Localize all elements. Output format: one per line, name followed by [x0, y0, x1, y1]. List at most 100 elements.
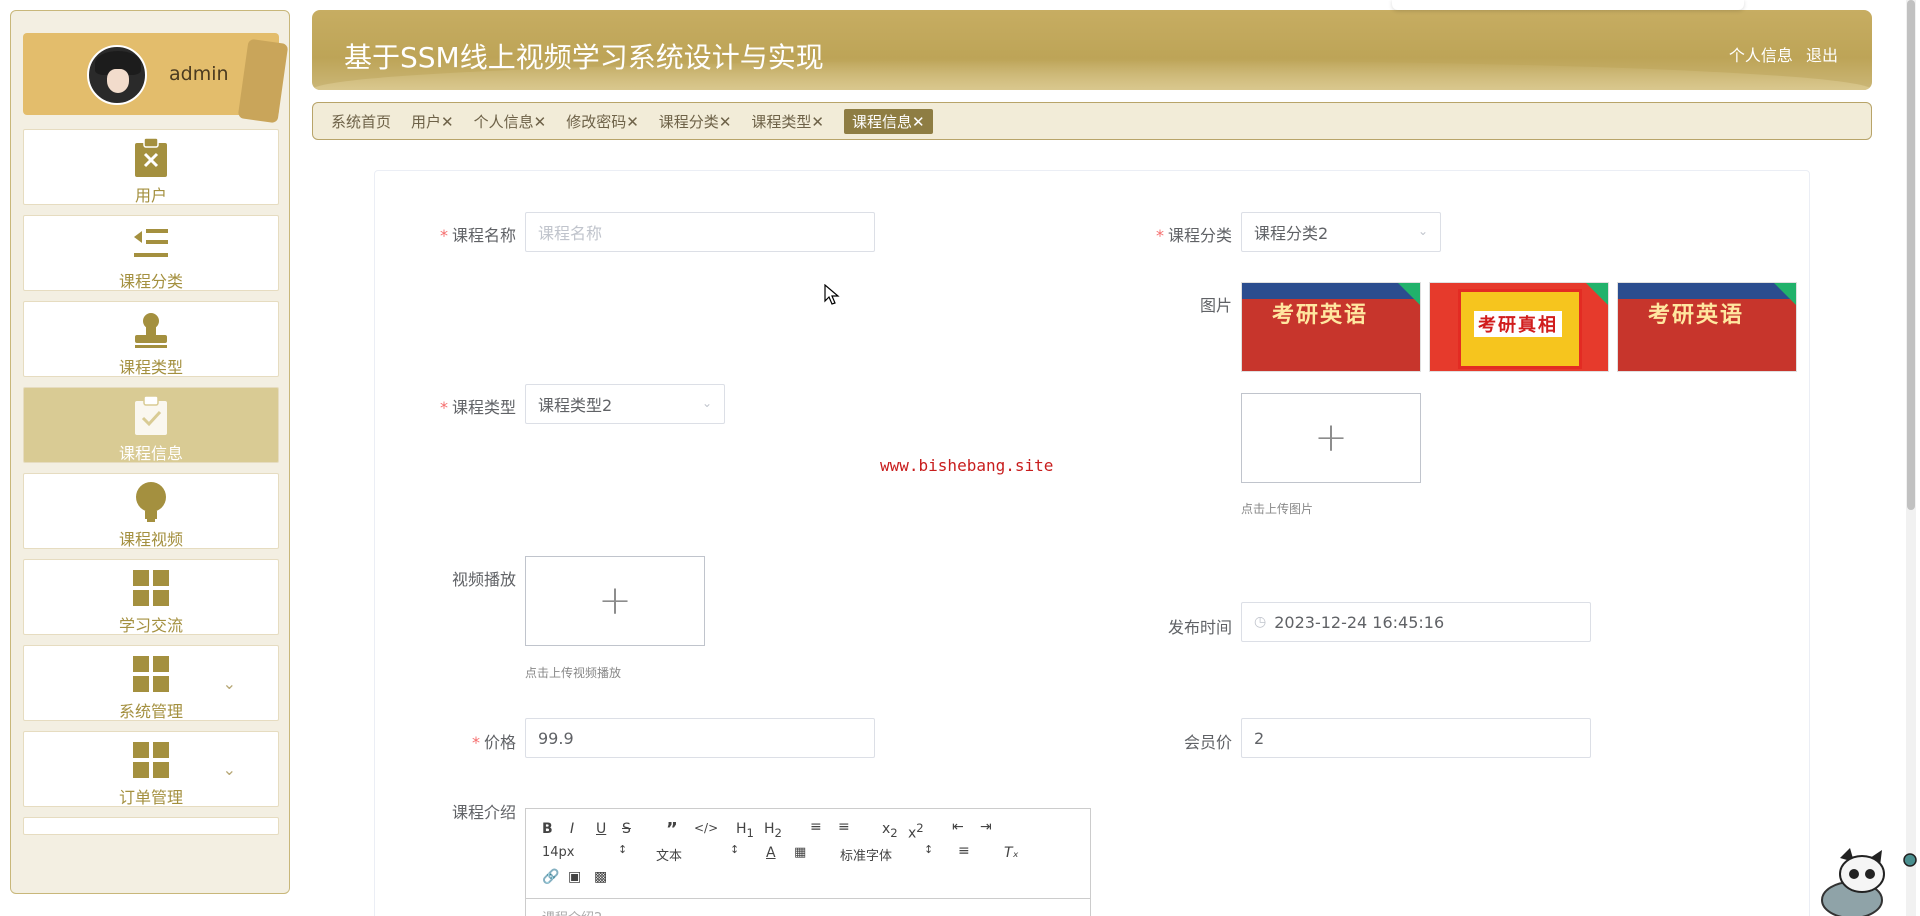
member-price-label: 会员价	[1183, 733, 1232, 752]
underline-icon[interactable]: U	[596, 821, 606, 837]
bold-icon[interactable]: B	[542, 821, 553, 837]
close-icon[interactable]: ✕	[441, 113, 454, 131]
tab-item[interactable]: 修改密码✕	[566, 111, 639, 132]
course-intro-label: 课程介绍	[451, 803, 516, 822]
editor-content[interactable]: 课程介绍2	[542, 907, 602, 916]
image-thumb[interactable]: 考研真相	[1429, 282, 1609, 372]
course-type-label: * 课程类型	[439, 398, 516, 417]
outdent-icon[interactable]: ⇤	[952, 819, 964, 835]
link-icon[interactable]: 🔗	[542, 869, 559, 885]
video-label: 视频播放	[451, 570, 516, 589]
watermark: www.bishebang.site	[880, 456, 1054, 475]
font-color-icon[interactable]: A	[766, 845, 776, 861]
subscript-icon[interactable]: x2	[882, 821, 898, 840]
sidebar-item-label: 课程视频	[118, 530, 183, 549]
close-icon[interactable]: ✕	[912, 113, 925, 131]
tab-item[interactable]: 课程类型✕	[751, 111, 824, 132]
plus-icon: +	[1314, 415, 1348, 461]
avatar-face	[107, 69, 129, 93]
sidebar-item-label: 订单管理	[118, 788, 183, 807]
tab-item[interactable]: 课程分类✕	[659, 111, 732, 132]
course-category-label: * 课程分类	[1155, 226, 1232, 245]
align-icon[interactable]: ≡	[958, 843, 970, 859]
clock-icon: ◷	[1254, 614, 1267, 630]
video-icon[interactable]: ▩	[594, 869, 607, 885]
chevron-down-icon: ⌄	[701, 396, 712, 410]
sidebar-item[interactable]: 课程视频	[23, 473, 279, 549]
stamp-icon	[129, 310, 173, 350]
sidebar-item[interactable]	[23, 817, 279, 835]
sidebar-item-label: 课程信息	[118, 444, 183, 463]
tab-item[interactable]: 系统首页	[331, 111, 391, 132]
close-icon[interactable]: ✕	[811, 113, 824, 131]
sidebar-item[interactable]: 用户	[23, 129, 279, 205]
updown-icon: ↕	[924, 843, 934, 856]
strike-icon[interactable]: S	[622, 821, 631, 837]
video-upload-button[interactable]: +	[525, 556, 705, 646]
logout-link[interactable]: 退出	[1806, 46, 1838, 65]
course-name-input[interactable]: 课程名称	[525, 212, 875, 252]
tab-label: 用户	[411, 112, 442, 131]
sidebar-item[interactable]: 课程信息	[23, 387, 279, 463]
image-thumb[interactable]: 考研英语	[1241, 282, 1421, 372]
close-icon[interactable]: ✕	[534, 113, 547, 131]
scrollbar-thumb[interactable]	[1907, 0, 1915, 510]
profile-link[interactable]: 个人信息	[1729, 46, 1793, 65]
lightbulb-icon	[129, 482, 173, 522]
page-scrollbar[interactable]	[1906, 0, 1916, 916]
course-category-select[interactable]: 课程分类2 ⌄	[1241, 212, 1441, 252]
thumb-corner	[1586, 283, 1608, 305]
clipboard-x-icon	[129, 137, 173, 178]
sidebar: admin 用户 课程分类 课程类型 课程信息 课程视频 学习交流 系统管理 ⌄ 订单管理 ⌄	[10, 10, 290, 894]
quote-icon[interactable]: ”	[666, 819, 678, 840]
avatar[interactable]	[87, 45, 147, 105]
code-icon[interactable]: </>	[694, 821, 718, 835]
tab-item[interactable]: 个人信息✕	[474, 111, 547, 132]
sidebar-item[interactable]: 系统管理 ⌄	[23, 645, 279, 721]
tab-label: 课程信息	[851, 112, 912, 131]
tab-item[interactable]: 课程信息✕	[843, 108, 933, 134]
bullet-list-icon[interactable]: ≡	[838, 819, 850, 835]
font-size-select[interactable]: 14px	[542, 845, 575, 860]
image-upload-button[interactable]: +	[1241, 393, 1421, 483]
publish-time-label: 发布时间	[1167, 618, 1232, 637]
font-family-select[interactable]: 标准字体	[840, 845, 892, 864]
top-popup	[1392, 0, 1744, 10]
updown-icon: ↕	[730, 843, 740, 856]
tab-item[interactable]: 用户✕	[411, 111, 454, 132]
tab-label: 课程类型	[751, 112, 812, 131]
image-thumb[interactable]: 考研英语	[1617, 282, 1797, 372]
h1-icon[interactable]: H1	[736, 821, 754, 840]
grid-icon	[129, 568, 173, 608]
sidebar-item[interactable]: 学习交流	[23, 559, 279, 635]
indent-list-icon	[129, 224, 173, 264]
course-type-select[interactable]: 课程类型2 ⌄	[525, 384, 725, 424]
close-icon[interactable]: ✕	[719, 113, 732, 131]
video-upload-hint: 点击上传视频播放	[525, 666, 622, 680]
heading-select[interactable]: 文本	[656, 845, 682, 864]
clear-format-icon[interactable]: Tₓ	[1004, 845, 1019, 861]
member-price-input[interactable]: 2	[1241, 718, 1591, 758]
price-input[interactable]: 99.9	[525, 718, 875, 758]
h2-icon[interactable]: H2	[764, 821, 782, 840]
sidebar-item[interactable]: 订单管理 ⌄	[23, 731, 279, 807]
indent-icon[interactable]: ⇥	[980, 819, 992, 835]
thumb-text: 考研英语	[1272, 303, 1369, 328]
sidebar-item[interactable]: 课程分类	[23, 215, 279, 291]
thumb-text: 考研真相	[1474, 311, 1562, 337]
header-links: 个人信息 退出	[1721, 42, 1838, 66]
card-decoration	[237, 38, 289, 124]
background-color-icon[interactable]: ▦	[794, 845, 806, 860]
tab-label: 系统首页	[331, 112, 392, 131]
sidebar-item[interactable]: 课程类型	[23, 301, 279, 377]
superscript-icon[interactable]: x2	[908, 821, 924, 842]
mascot-icon	[1821, 848, 1917, 916]
sidebar-item-label: 系统管理	[118, 702, 183, 721]
italic-icon[interactable]: I	[570, 821, 574, 837]
image-icon[interactable]: ▣	[568, 869, 581, 885]
close-icon[interactable]: ✕	[626, 113, 639, 131]
thumb-corner	[1774, 283, 1796, 305]
ordered-list-icon[interactable]: ≡	[810, 819, 822, 835]
publish-time-input[interactable]: ◷ 2023-12-24 16:45:16	[1241, 602, 1591, 642]
rich-text-editor[interactable]: B I U S ” </> H1 H2 ≡ ≡ x2 x2 ⇤ ⇥ 14px ↕…	[525, 808, 1091, 916]
